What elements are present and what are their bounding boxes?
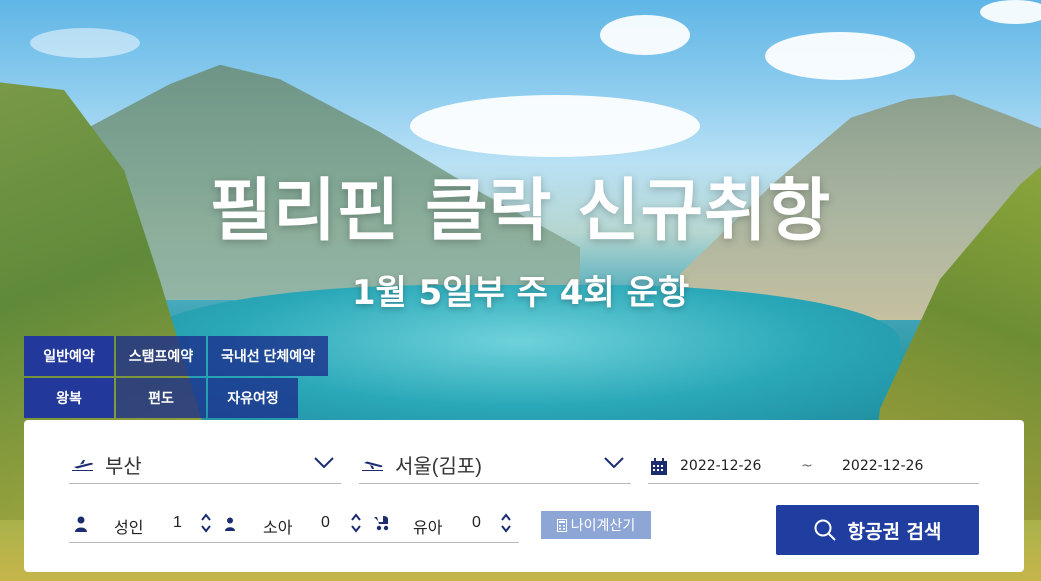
adult-stepper[interactable] — [200, 512, 212, 534]
origin-select[interactable]: 부산 — [69, 446, 341, 484]
search-button-label: 항공권 검색 — [847, 520, 942, 543]
destination-select[interactable]: 서울(김포) — [359, 446, 631, 484]
return-date[interactable]: 2022-12-26 — [842, 458, 923, 474]
age-calculator-button[interactable]: 나이계산기 — [541, 511, 651, 539]
tab-multi-city[interactable]: 자유여정 — [208, 378, 298, 418]
calendar-icon — [651, 458, 667, 475]
child-stepper[interactable] — [350, 512, 362, 534]
tab-one-way[interactable]: 편도 — [116, 378, 206, 418]
adult-label: 성인 — [114, 520, 144, 537]
passenger-selector: 성인 1 소아 0 유아 0 — [69, 506, 519, 543]
depart-date[interactable]: 2022-12-26 — [680, 458, 761, 474]
banner-subline: 1월 5일부 주 4회 운항 — [351, 273, 690, 313]
origin-value: 부산 — [105, 456, 142, 478]
destination-value: 서울(김포) — [395, 456, 482, 478]
departure-plane-icon — [72, 459, 93, 471]
tab-general-booking[interactable]: 일반예약 — [24, 336, 114, 376]
date-separator: ~ — [801, 458, 813, 474]
booking-search-panel: 부산 서울(김포) 2022-12-26 ~ 2022-12-26 성인 1 소… — [24, 420, 1024, 572]
child-label: 소아 — [263, 520, 293, 537]
child-count: 0 — [321, 514, 330, 531]
chevron-down-icon — [314, 457, 334, 469]
banner-headline: 필리핀 클락 신규취항 — [209, 172, 832, 251]
stroller-icon — [374, 516, 389, 531]
infant-label: 유아 — [413, 520, 443, 537]
age-calculator-label: 나이계산기 — [570, 517, 636, 533]
search-icon — [814, 519, 837, 541]
tab-domestic-group-booking[interactable]: 국내선 단체예약 — [208, 336, 328, 376]
adult-icon — [75, 516, 87, 532]
calculator-icon — [556, 518, 567, 532]
chevron-down-icon — [604, 457, 624, 469]
adult-count: 1 — [173, 514, 182, 531]
date-range-picker[interactable]: 2022-12-26 ~ 2022-12-26 — [648, 446, 979, 484]
infant-count: 0 — [472, 514, 481, 531]
flight-search-button[interactable]: 항공권 검색 — [776, 505, 979, 555]
tab-stamp-booking[interactable]: 스탬프예약 — [116, 336, 206, 376]
arrival-plane-icon — [362, 461, 383, 471]
child-icon — [225, 517, 235, 531]
infant-stepper[interactable] — [500, 512, 512, 534]
tab-round-trip[interactable]: 왕복 — [24, 378, 114, 418]
